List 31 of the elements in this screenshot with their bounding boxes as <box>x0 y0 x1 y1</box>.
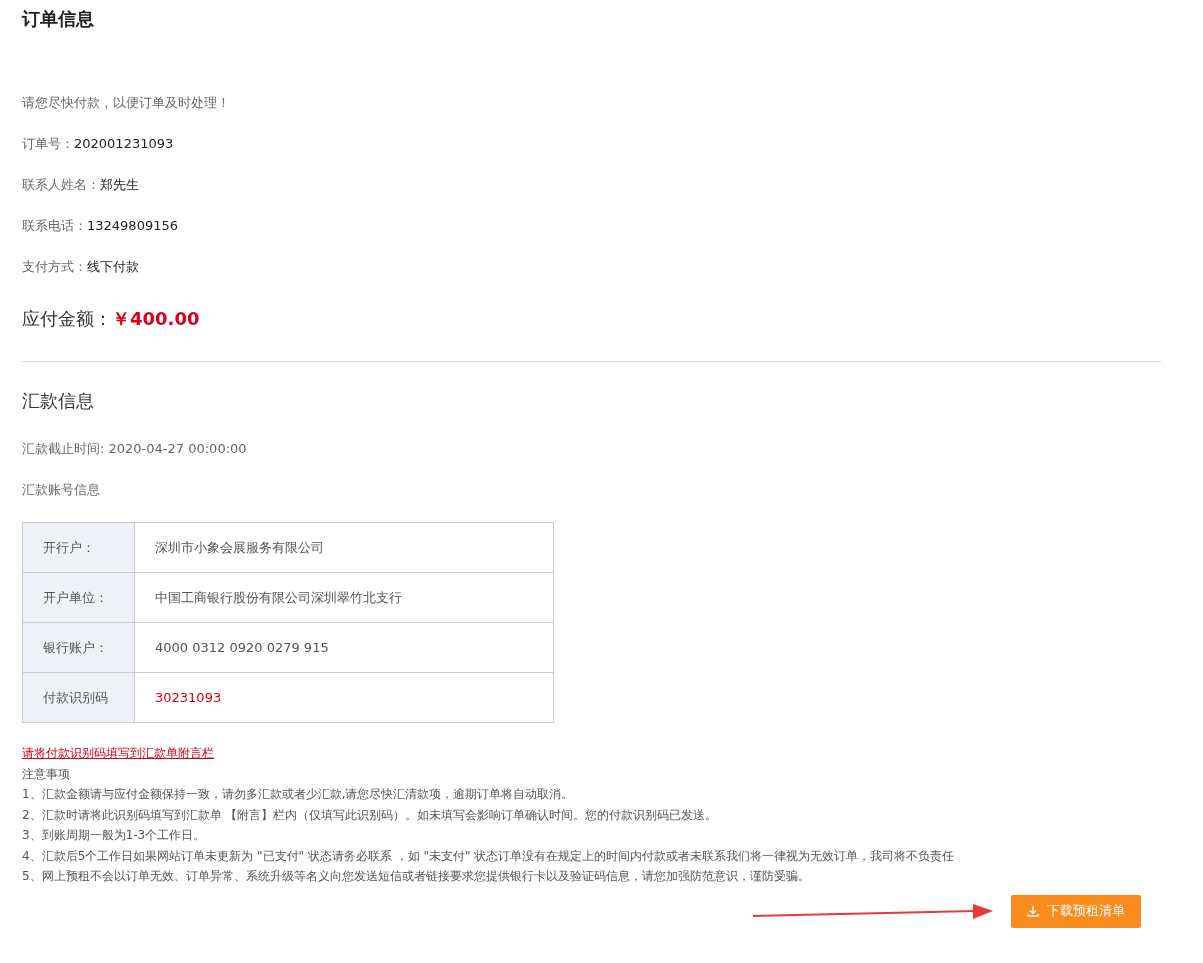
field-label: 订单号： <box>22 134 74 153</box>
note-item: 3、到账周期一般为1-3个工作日。 <box>22 827 207 844</box>
table-value-cell: 深圳市小象会展服务有限公司 <box>134 522 554 573</box>
account-heading: 汇款账号信息 <box>22 480 100 499</box>
table-label-cell: 开行户： <box>22 522 135 573</box>
deadline-text: 汇款截止时间: 2020-04-27 00:00:00 <box>22 439 247 458</box>
section-title: 汇款信息 <box>22 389 95 413</box>
field-value: 郑先生 <box>100 175 139 194</box>
instruction-link[interactable]: 请将付款识别码填写到汇款单附言栏 <box>22 746 214 760</box>
field-value: 13249809156 <box>87 216 178 235</box>
table-label-cell: 付款识别码 <box>22 672 135 723</box>
table-value-cell: 30231093 <box>134 672 554 723</box>
notice-text: 请您尽快付款，以便订单及时处理！ <box>22 93 230 112</box>
table-label-cell: 银行账户： <box>22 622 135 673</box>
page-title: 订单信息 <box>22 7 95 31</box>
table-value-cell: 4000 0312 0920 0279 915 <box>134 622 554 673</box>
amount-label: 应付金额： <box>22 306 112 331</box>
note-item: 1、汇款金额请与应付金额保持一致，请勿多汇款或者少汇款,请您尽快汇清款项，逾期订单将自动取消。 <box>22 786 575 803</box>
table-label-cell: 开户单位： <box>22 572 135 623</box>
field-label: 联系人姓名： <box>22 175 100 194</box>
table-value-cell: 中国工商银行股份有限公司深圳翠竹北支行 <box>134 572 554 623</box>
field-value: 202001231093 <box>74 134 174 153</box>
field-label: 支付方式： <box>22 257 87 276</box>
note-item: 4、汇款后5个工作日如果网站订单未更新为 "已支付" 状态请务必联系 ，如 "未支付" 状态订单没有在规定上的时间内付款或者未联系我们将一律视为无效订单，我司将不负责任 <box>22 847 956 865</box>
field-label: 联系电话： <box>22 216 87 235</box>
note-item: 2、汇款时请将此识别码填写到汇款单 【附言】栏内（仅填写此识别码）。如未填写会影响订单确认时间。您的付款识别码已发送。 <box>22 806 719 824</box>
note-item: 5、网上预租不会以订单无效、订单异常、系统升级等名义向您发送短信或者链接要求您提供银行卡以及验证码信息，请您加强防范意识，谨防受骗。 <box>22 868 811 885</box>
field-value: 线下付款 <box>87 257 139 276</box>
amount-value: ￥400.00 <box>112 306 200 331</box>
download-icon <box>1027 905 1039 917</box>
notes-heading: 注意事项 <box>22 765 71 783</box>
